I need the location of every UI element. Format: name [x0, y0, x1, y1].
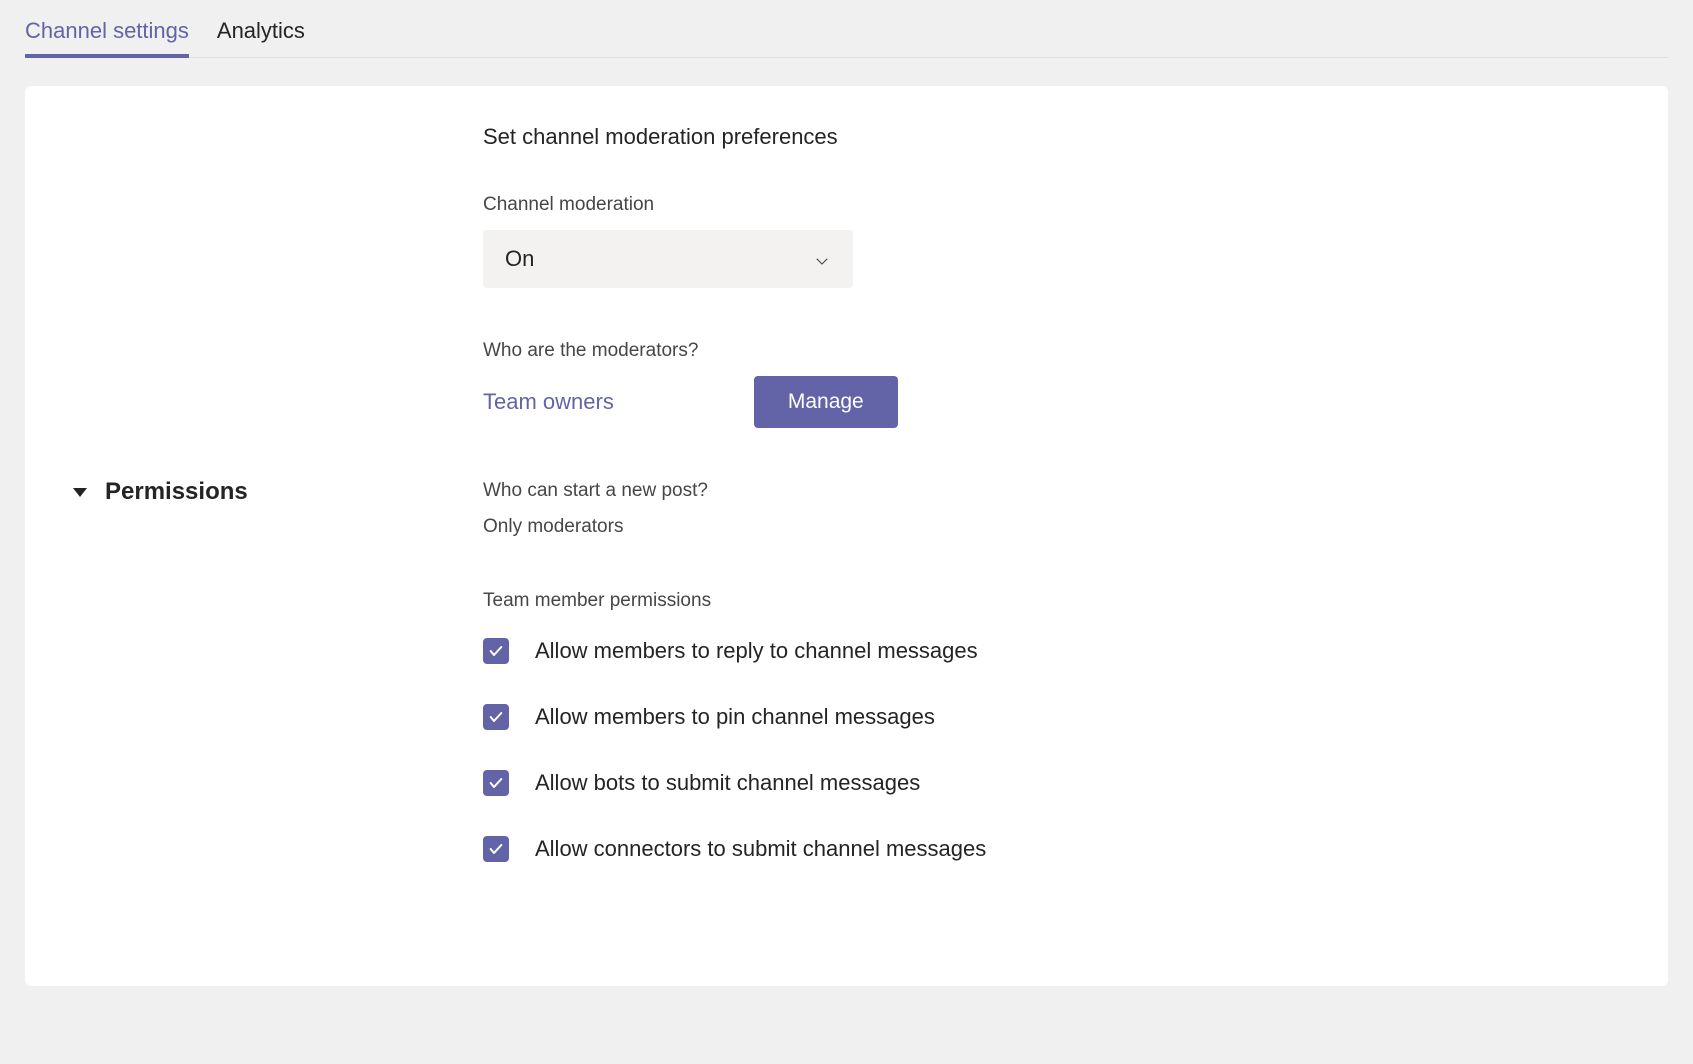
permission-checkbox-reply[interactable] — [483, 638, 509, 664]
permission-label: Allow bots to submit channel messages — [535, 770, 920, 796]
permission-label: Allow members to pin channel messages — [535, 704, 935, 730]
chevron-down-icon — [813, 250, 831, 268]
permissions-list: Allow members to reply to channel messag… — [483, 638, 1620, 862]
permission-checkbox-bots[interactable] — [483, 770, 509, 796]
new-post-label: Who can start a new post? — [483, 480, 1620, 502]
manage-button[interactable]: Manage — [754, 376, 898, 428]
permission-item: Allow members to reply to channel messag… — [483, 638, 1620, 664]
moderators-value: Team owners — [483, 389, 614, 415]
moderators-label: Who are the moderators? — [483, 340, 1620, 362]
collapse-caret-icon[interactable] — [73, 488, 87, 497]
permission-item: Allow members to pin channel messages — [483, 704, 1620, 730]
permission-item: Allow bots to submit channel messages — [483, 770, 1620, 796]
moderation-select-value: On — [505, 246, 534, 272]
tab-bar: Channel settings Analytics — [25, 0, 1668, 58]
moderation-label: Channel moderation — [483, 194, 1620, 216]
permission-checkbox-pin[interactable] — [483, 704, 509, 730]
permission-label: Allow members to reply to channel messag… — [535, 638, 978, 664]
permission-label: Allow connectors to submit channel messa… — [535, 836, 986, 862]
section-description: Set channel moderation preferences — [483, 124, 1620, 150]
moderation-select[interactable]: On — [483, 230, 853, 288]
permissions-label: Team member permissions — [483, 590, 1620, 612]
settings-panel: Permissions Set channel moderation prefe… — [25, 86, 1668, 986]
new-post-value: Only moderators — [483, 516, 1620, 538]
permission-checkbox-connectors[interactable] — [483, 836, 509, 862]
tab-analytics[interactable]: Analytics — [217, 18, 305, 58]
tab-channel-settings[interactable]: Channel settings — [25, 18, 189, 58]
permission-item: Allow connectors to submit channel messa… — [483, 836, 1620, 862]
section-title: Permissions — [105, 478, 248, 506]
